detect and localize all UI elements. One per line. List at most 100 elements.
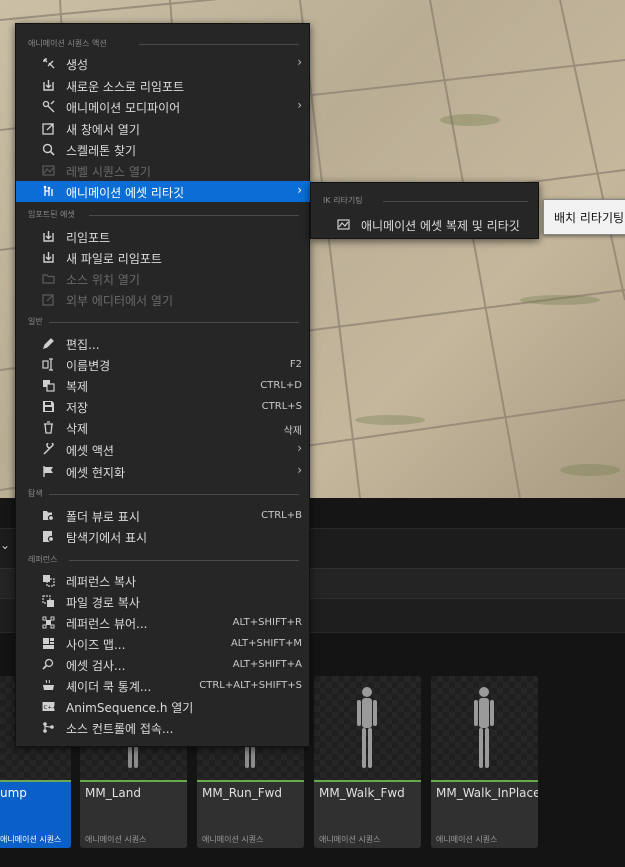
- menu-item-find-skeleton[interactable]: 스켈레톤 찾기: [16, 139, 311, 160]
- menu-item-shader-cook-stats[interactable]: 셰이더 쿡 통계... CTRL+ALT+SHIFT+S: [16, 675, 311, 696]
- source-control-icon: [43, 722, 54, 733]
- asset-type-strip: [314, 780, 421, 782]
- menu-item-copy-reference[interactable]: 레퍼런스 복사: [16, 570, 311, 591]
- svg-text:C++: C++: [44, 705, 56, 711]
- menu-item-label: 새로운 소스로 리임포트: [66, 80, 185, 94]
- flag-icon: [43, 466, 53, 477]
- menu-item-reimport[interactable]: 리임포트: [16, 226, 311, 247]
- chevron-right-icon: ›: [297, 463, 302, 477]
- duplicate-icon: [43, 380, 55, 392]
- menu-item-label: 레퍼런스 복사: [66, 575, 137, 589]
- reference-viewer-icon: [42, 616, 55, 629]
- editor-window: ⌄ ump 애니메이션 시퀀스 MM_Land 애니메이션 시퀀스 MM_Run…: [0, 0, 625, 867]
- character-figure-icon: [357, 687, 377, 768]
- menu-item-rename[interactable]: 이름변경 F2: [16, 354, 311, 375]
- menu-item-label: 에셋 액션: [66, 444, 114, 458]
- menu-item-show-folder-view[interactable]: 폴더 뷰로 표시 CTRL+B: [16, 505, 311, 526]
- section-label: 애니메이션 시퀀스 액션: [28, 39, 107, 48]
- menu-item-open-external-editor[interactable]: 외부 에디터에서 열기: [16, 289, 311, 310]
- section-general: 일반: [16, 314, 311, 330]
- section-divider: [383, 201, 528, 202]
- shortcut-label: CTRL+ALT+SHIFT+S: [199, 680, 302, 691]
- folder-search-icon: [43, 511, 55, 522]
- asset-tile[interactable]: MM_Walk_Fwd 애니메이션 시퀀스: [314, 676, 421, 848]
- sparkle-icon: [43, 58, 55, 69]
- menu-item-label: 에셋 현지화: [66, 466, 126, 480]
- menu-item-source-control[interactable]: 소스 컨트롤에 접속...: [16, 717, 311, 738]
- shortcut-label: F2: [289, 359, 302, 370]
- menu-item-label: 탐색기에서 표시: [66, 531, 148, 545]
- menu-item-asset-localization[interactable]: 에셋 현지화 ›: [16, 461, 311, 482]
- section-divider: [49, 494, 299, 495]
- menu-item-delete[interactable]: 삭제 삭제: [16, 417, 311, 438]
- section-divider: [49, 322, 299, 323]
- pencil-icon: [43, 338, 54, 349]
- menu-item-retarget-anim-assets[interactable]: 애니메이션 에셋 리타깃 ›: [16, 181, 311, 202]
- menu-item-duplicate-and-retarget[interactable]: 애니메이션 에셋 복제 및 리타깃: [311, 214, 540, 235]
- folder-icon: [42, 274, 55, 284]
- menu-item-label: 새 창에서 열기: [66, 123, 140, 137]
- menu-item-open-source-location[interactable]: 소스 위치 열기: [16, 268, 311, 289]
- menu-item-reimport-new-file[interactable]: 새 파일로 리임포트: [16, 247, 311, 268]
- audit-icon: [42, 658, 54, 670]
- menu-item-open-level-sequence[interactable]: 레벨 시퀀스 열기: [16, 160, 311, 181]
- tooltip-text: 배치 리타기팅: [554, 211, 625, 225]
- size-map-icon: [43, 638, 54, 649]
- menu-item-duplicate[interactable]: 복제 CTRL+D: [16, 375, 311, 396]
- section-ik-retargeting: IK 리타기팅: [311, 193, 540, 209]
- asset-name: MM_Run_Fwd: [202, 786, 283, 800]
- section-label: 일반: [28, 317, 43, 326]
- menu-item-label: 소스 위치 열기: [66, 273, 140, 287]
- menu-item-size-map[interactable]: 사이즈 맵... ALT+SHIFT+M: [16, 633, 311, 654]
- menu-item-label: 파일 경로 복사: [66, 596, 140, 610]
- asset-type-strip: [431, 780, 538, 782]
- menu-item-reference-viewer[interactable]: 레퍼런스 뷰어... ALT+SHIFT+R: [16, 612, 311, 633]
- menu-item-save[interactable]: 저장 CTRL+S: [16, 396, 311, 417]
- reimport-icon: [43, 80, 54, 91]
- asset-type: 애니메이션 시퀀스: [436, 835, 498, 844]
- menu-item-label: 리임포트: [66, 231, 111, 245]
- menu-item-label: 외부 에디터에서 열기: [66, 294, 173, 308]
- menu-item-label: 소스 컨트롤에 접속...: [66, 722, 174, 736]
- menu-item-audit-asset[interactable]: 에셋 검사... ALT+SHIFT+A: [16, 654, 311, 675]
- section-anim-actions: 애니메이션 시퀀스 액션: [16, 36, 311, 52]
- menu-item-label: 새 파일로 리임포트: [66, 252, 162, 266]
- section-label: IK 리타기팅: [323, 196, 363, 205]
- menu-item-open-header[interactable]: C++ AnimSequence.h 열기: [16, 696, 311, 717]
- menu-item-label: 이름변경: [66, 359, 111, 373]
- menu-item-anim-modifier[interactable]: 애니메이션 모디파이어 ›: [16, 96, 311, 117]
- menu-item-reimport-new-source[interactable]: 새로운 소스로 리임포트: [16, 75, 311, 96]
- save-icon: [43, 401, 54, 412]
- section-explore: 탐색: [16, 486, 311, 502]
- menu-item-label: 생성: [66, 58, 89, 72]
- context-menu: 애니메이션 시퀀스 액션 생성 › 새로운 소스로 리임포트 애니메이션 모디파…: [15, 23, 311, 747]
- menu-item-edit[interactable]: 편집...: [16, 333, 311, 354]
- menu-item-label: 삭제: [66, 422, 89, 436]
- menu-item-copy-file-path[interactable]: 파일 경로 복사: [16, 591, 311, 612]
- asset-type-strip: [0, 780, 71, 782]
- menu-item-label: 사이즈 맵...: [66, 638, 126, 652]
- chevron-down-icon[interactable]: ⌄: [0, 538, 10, 552]
- menu-item-show-in-explorer[interactable]: 탐색기에서 표시: [16, 526, 311, 547]
- asset-tile[interactable]: MM_Walk_InPlace 애니메이션 시퀀스: [431, 676, 538, 848]
- trash-icon: [44, 421, 53, 434]
- menu-item-label: 레퍼런스 뷰어...: [66, 617, 148, 631]
- asset-name: MM_Land: [85, 786, 141, 800]
- chevron-right-icon: ›: [297, 55, 302, 69]
- section-divider: [69, 560, 299, 561]
- section-label: 임포트된 에셋: [28, 210, 75, 219]
- retarget-icon: [43, 185, 53, 196]
- retarget-submenu: IK 리타기팅 애니메이션 에셋 복제 및 리타깃: [310, 182, 539, 239]
- menu-item-open-new-window[interactable]: 새 창에서 열기: [16, 118, 311, 139]
- asset-name: MM_Walk_InPlace: [436, 786, 538, 800]
- menu-item-label: 애니메이션 모디파이어: [66, 101, 181, 115]
- chevron-right-icon: ›: [297, 98, 302, 112]
- menu-item-label: 셰이더 쿡 통계...: [66, 680, 152, 694]
- shortcut-label: ALT+SHIFT+A: [232, 659, 302, 670]
- open-window-icon: [42, 123, 54, 135]
- shortcut-label: ALT+SHIFT+R: [232, 617, 302, 628]
- menu-item-create[interactable]: 생성 ›: [16, 53, 311, 74]
- section-imported-assets: 임포트된 에셋: [16, 207, 311, 223]
- level-sequence-icon: [42, 165, 55, 176]
- menu-item-asset-actions[interactable]: 에셋 액션 ›: [16, 439, 311, 460]
